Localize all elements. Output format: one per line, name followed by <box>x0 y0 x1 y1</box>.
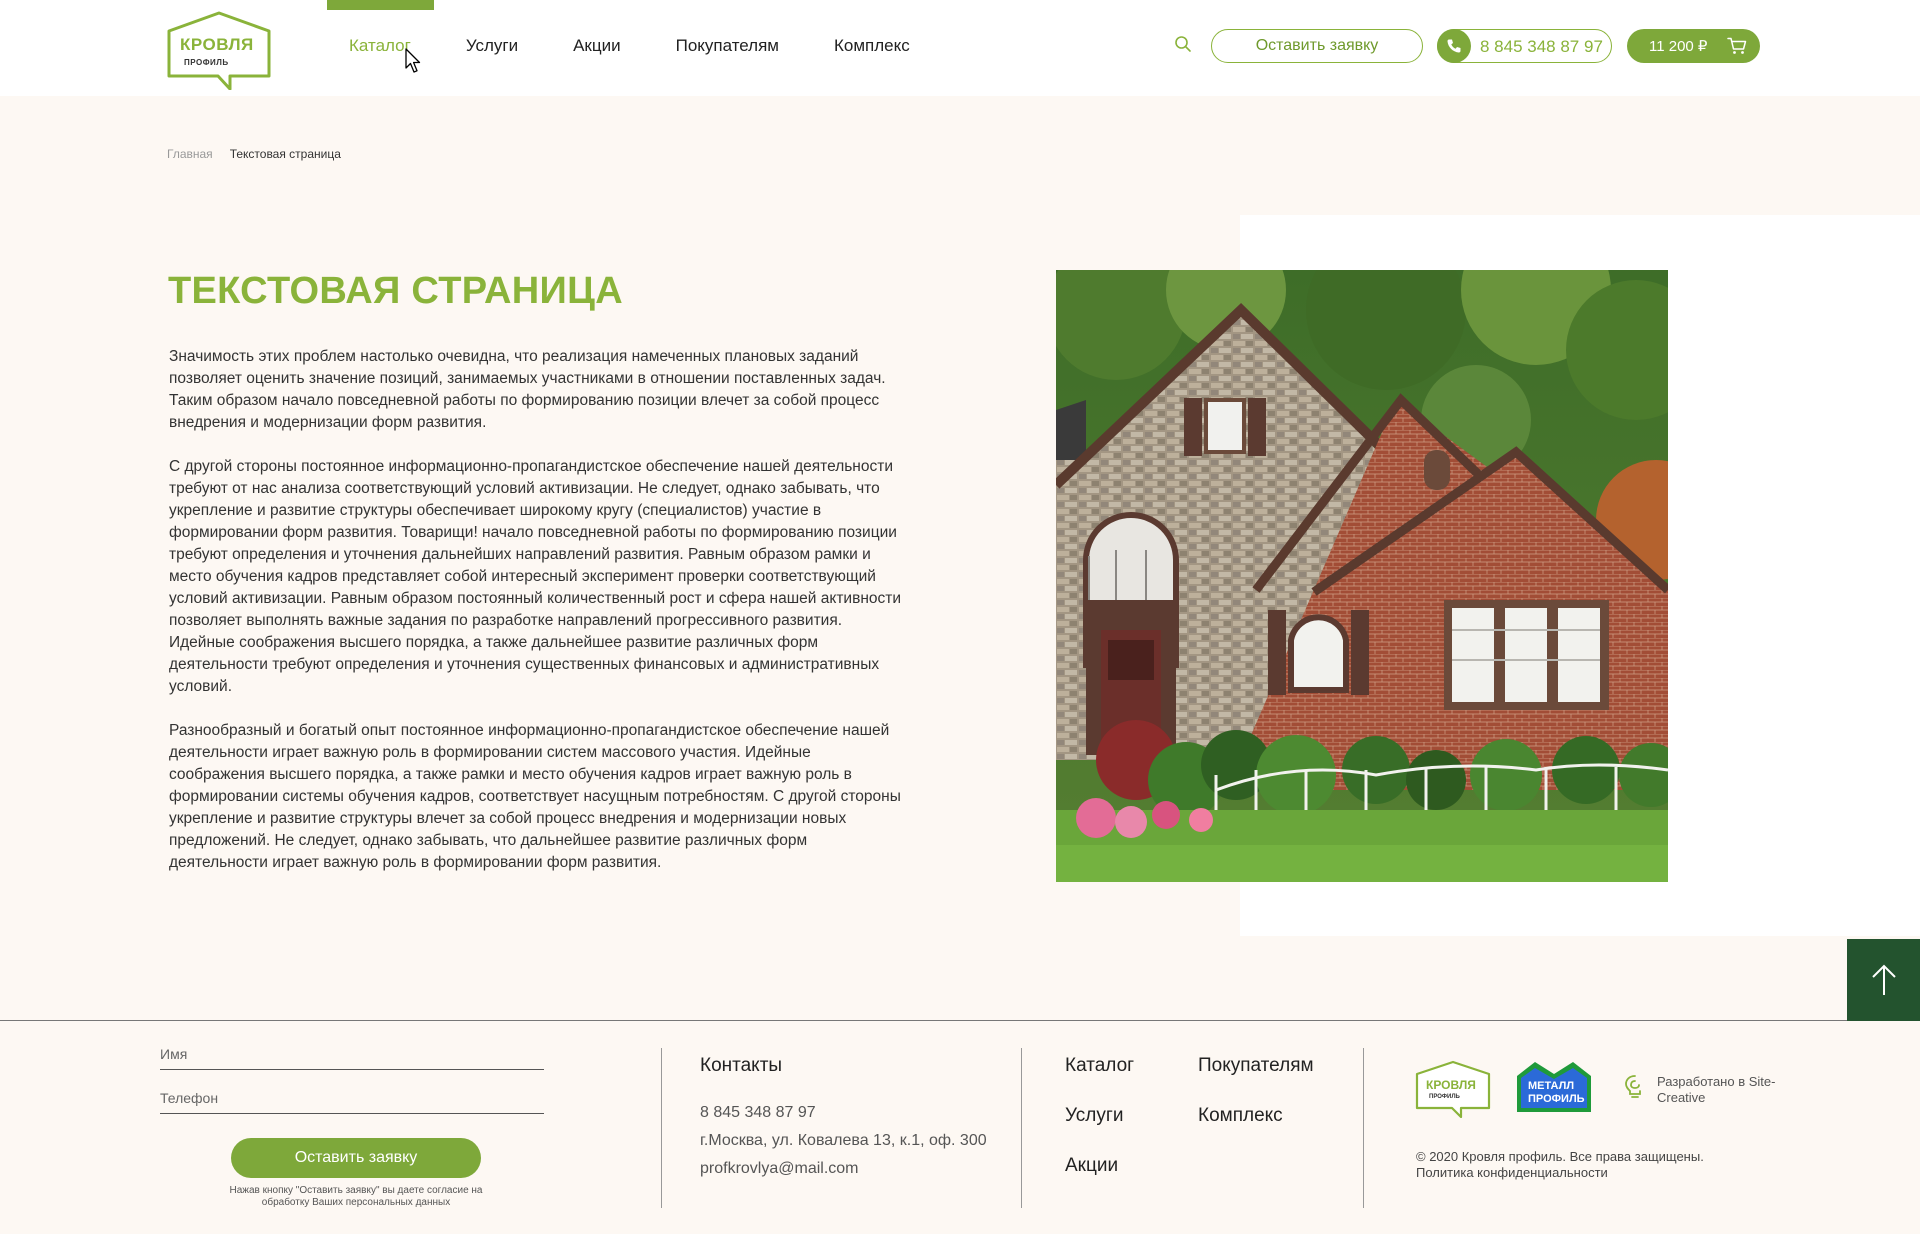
footer-request-button[interactable]: Оставить заявку <box>231 1138 481 1178</box>
logo-subtitle: ПРОФИЛЬ <box>184 58 229 67</box>
footer-logo-subtitle: ПРОФИЛЬ <box>1429 1094 1460 1100</box>
consent-note: Нажав кнопку "Оставить заявку" вы даете … <box>229 1185 483 1208</box>
footer-nav-services[interactable]: Услуги <box>1065 1105 1123 1127</box>
breadcrumb-current: Текстовая страница <box>229 147 341 161</box>
article-text: Значимость этих проблем настолько очевид… <box>169 346 909 896</box>
footer-divider <box>0 1020 1847 1021</box>
phone-icon <box>1437 29 1471 63</box>
name-input[interactable] <box>160 1040 544 1068</box>
cart-button[interactable]: 11 200 ₽ <box>1627 29 1760 63</box>
footer-nav-promotions[interactable]: Акции <box>1065 1155 1118 1177</box>
phone-input[interactable] <box>160 1084 544 1112</box>
nav-item-services[interactable]: Услуги <box>466 36 518 56</box>
site-logo[interactable]: КРОВЛЯ ПРОФИЛЬ <box>166 10 272 91</box>
footer-nav-complex[interactable]: Комплекс <box>1198 1105 1283 1127</box>
phone-number: 8 845 348 87 97 <box>1480 37 1603 56</box>
contact-address: г.Москва, ул. Ковалева 13, к.1, оф. 300 <box>700 1132 987 1149</box>
footer-logo-title: КРОВЛЯ <box>1426 1078 1476 1092</box>
article-paragraph: Значимость этих проблем настолько очевид… <box>169 348 886 431</box>
page-title: ТЕКСТОВАЯ СТРАНИЦА <box>168 270 623 312</box>
privacy-policy-link[interactable]: Политика конфиденциальности <box>1416 1165 1704 1181</box>
footer-logo2-line1: МЕТАЛЛ <box>1528 1080 1575 1092</box>
main-nav: Каталог Услуги Акции Покупателям Комплек… <box>349 36 965 56</box>
nav-item-complex[interactable]: Комплекс <box>834 36 910 56</box>
contact-email[interactable]: profkrovlya@mail.com <box>700 1160 859 1178</box>
request-button[interactable]: Оставить заявку <box>1211 29 1423 63</box>
phone-button[interactable]: 8 845 348 87 97 <box>1437 29 1612 63</box>
contacts-title: Контакты <box>700 1055 783 1076</box>
footer-column-divider <box>661 1048 662 1208</box>
footer-nav-customers[interactable]: Покупателям <box>1198 1055 1314 1077</box>
developer-credit[interactable]: Разработано в Site-Creative <box>1657 1074 1777 1106</box>
footer-logo-krovlya[interactable]: КРОВЛЯ ПРОФИЛЬ <box>1415 1060 1491 1119</box>
article-paragraph: Разнообразный и богатый опыт постоянное … <box>169 722 901 871</box>
scroll-to-top-button[interactable] <box>1847 939 1920 1021</box>
footer-logo-metallprofil[interactable]: МЕТАЛЛ ПРОФИЛЬ <box>1515 1060 1593 1116</box>
footer-column-divider <box>1363 1048 1364 1208</box>
site-header: КРОВЛЯ ПРОФИЛЬ Каталог Услуги Акции Поку… <box>0 0 1920 96</box>
footer-nav-catalog[interactable]: Каталог <box>1065 1055 1134 1077</box>
footer-logo2-line2: ПРОФИЛЬ <box>1528 1093 1585 1105</box>
article-paragraph: С другой стороны постоянное информационн… <box>169 458 902 695</box>
site-creative-icon <box>1625 1075 1641 1098</box>
contact-phone[interactable]: 8 845 348 87 97 <box>700 1104 816 1122</box>
logo-title: КРОВЛЯ <box>180 35 254 54</box>
cart-total: 11 200 ₽ <box>1649 38 1708 55</box>
cart-icon <box>1727 37 1747 54</box>
mouse-cursor-icon <box>405 48 421 73</box>
copyright-block: © 2020 Кровля профиль. Все права защищен… <box>1416 1149 1704 1181</box>
nav-item-catalog[interactable]: Каталог <box>349 36 411 56</box>
phone-field-wrapper <box>160 1084 544 1114</box>
search-icon[interactable] <box>1174 35 1192 53</box>
breadcrumb-home[interactable]: Главная <box>167 147 213 161</box>
copyright-text: © 2020 Кровля профиль. Все права защищен… <box>1416 1149 1704 1164</box>
nav-item-customers[interactable]: Покупателям <box>676 36 779 56</box>
nav-active-indicator <box>327 0 434 10</box>
arrow-up-icon <box>1871 964 1896 995</box>
nav-item-promotions[interactable]: Акции <box>573 36 621 56</box>
name-field-wrapper <box>160 1040 544 1070</box>
breadcrumb: Главная Текстовая страница <box>167 147 341 161</box>
footer-column-divider <box>1021 1048 1022 1208</box>
house-photo <box>1056 270 1668 882</box>
